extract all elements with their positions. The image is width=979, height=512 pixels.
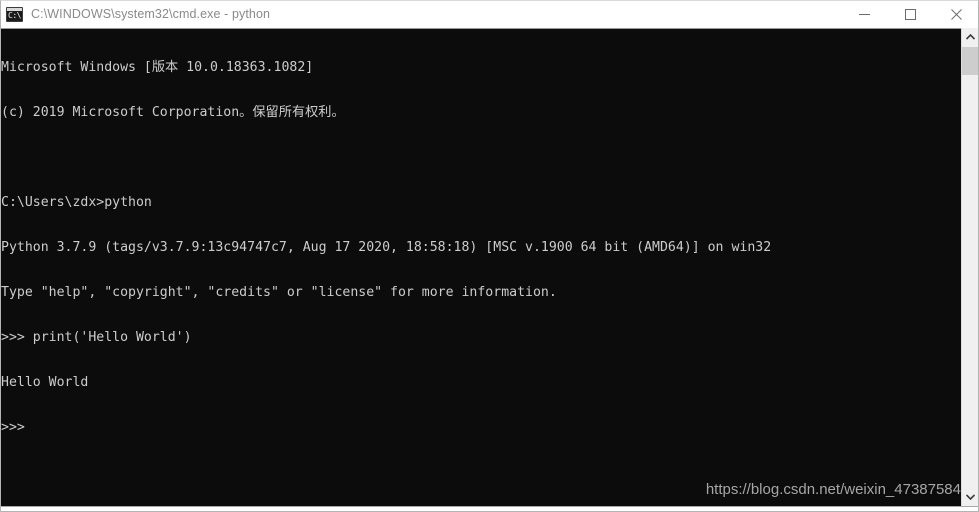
chevron-down-icon[interactable] (962, 488, 979, 506)
vertical-scrollbar[interactable] (961, 28, 979, 506)
window-title: C:\WINDOWS\system32\cmd.exe - python (31, 7, 271, 21)
window-controls (841, 0, 979, 28)
console-line: >>> print('Hello World') (1, 330, 192, 345)
console-output-area[interactable]: Microsoft Windows [版本 10.0.18363.1082] (… (0, 28, 979, 506)
console-line: Hello World (1, 375, 89, 390)
close-button[interactable] (933, 0, 979, 28)
cmd-window: C:\ C:\WINDOWS\system32\cmd.exe - python (0, 0, 979, 512)
icon-prompt-glyph: C:\ (8, 10, 21, 20)
minimize-button[interactable] (841, 0, 887, 28)
console-text: Microsoft Windows [版本 10.0.18363.1082] (… (1, 30, 959, 465)
console-line: (c) 2019 Microsoft Corporation。保留所有权利。 (1, 105, 345, 120)
window-bottom-edge (0, 506, 979, 512)
chevron-up-icon[interactable] (962, 28, 979, 46)
console-line: C:\Users\zdx>python (1, 195, 152, 210)
maximize-button[interactable] (887, 0, 933, 28)
console-prompt-line: >>> (1, 420, 25, 435)
console-line: Python 3.7.9 (tags/v3.7.9:13c94747c7, Au… (1, 240, 772, 255)
console-line: Type "help", "copyright", "credits" or "… (1, 285, 557, 300)
console-line: Microsoft Windows [版本 10.0.18363.1082] (1, 60, 314, 75)
title-bar[interactable]: C:\ C:\WINDOWS\system32\cmd.exe - python (0, 0, 979, 28)
scrollbar-thumb[interactable] (962, 47, 979, 75)
watermark-url: https://blog.csdn.net/weixin_47387584 (705, 481, 961, 498)
cmd-console-icon[interactable]: C:\ (6, 6, 23, 22)
